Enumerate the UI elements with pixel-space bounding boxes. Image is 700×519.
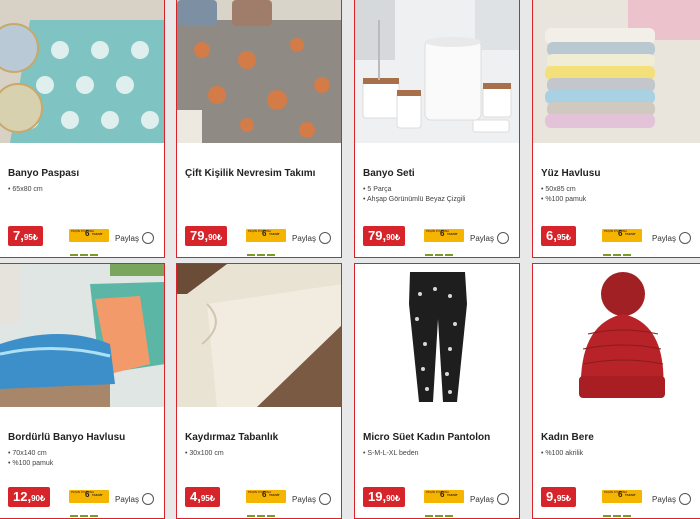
installment-badge: PEŞİN FİYATINA 6 TAKSİT — [69, 490, 109, 503]
product-title[interactable]: Banyo Seti — [363, 168, 415, 179]
card-logos — [69, 244, 109, 256]
product-specs: • 65x80 cm — [8, 185, 43, 195]
share-icon — [319, 232, 331, 244]
spec-item: • 65x80 cm — [8, 186, 43, 193]
share-icon — [679, 493, 691, 505]
product-image[interactable] — [177, 264, 341, 407]
product-title[interactable]: Bordürlü Banyo Havlusu — [8, 432, 125, 443]
share-button[interactable]: Paylaş — [292, 493, 331, 505]
installment-badge: PEŞİN FİYATINA 6 TAKSİT — [602, 490, 642, 503]
share-icon — [142, 232, 154, 244]
bordered-towel-image — [0, 264, 164, 407]
product-title[interactable]: Kadın Bere — [541, 432, 594, 443]
share-button[interactable]: Paylaş — [115, 232, 154, 244]
share-icon — [497, 493, 509, 505]
pants-image — [355, 264, 519, 407]
product-specs: • 70x140 cm • %100 pamuk — [8, 449, 53, 469]
card-logos — [69, 505, 109, 517]
price-tag: 7,95₺ — [8, 226, 43, 246]
product-image[interactable] — [533, 0, 700, 143]
card-logos — [424, 244, 464, 256]
share-button[interactable]: Paylaş — [115, 493, 154, 505]
share-button[interactable]: Paylaş — [652, 493, 691, 505]
installment-badge: PEŞİN FİYATINA 6 TAKSİT — [602, 229, 642, 242]
product-title[interactable]: Kaydırmaz Tabanlık — [185, 432, 278, 443]
product-card[interactable]: Kadın Bere • %100 akrilik 9,95₺ PEŞİN Fİ… — [532, 263, 700, 519]
bath-mat-image — [0, 0, 164, 143]
product-specs: • S-M-L-XL beden — [363, 449, 419, 459]
product-image[interactable] — [355, 0, 519, 143]
card-logos — [602, 244, 642, 256]
product-card[interactable]: Bordürlü Banyo Havlusu • 70x140 cm • %10… — [0, 263, 165, 519]
spec-item: • 50x85 cm — [541, 186, 576, 193]
product-title[interactable]: Yüz Havlusu — [541, 168, 600, 179]
product-specs: • 30x100 cm — [185, 449, 224, 459]
price-tag: 12,90₺ — [8, 487, 51, 507]
installment-badge: PEŞİN FİYATINA 6 TAKSİT — [424, 490, 464, 503]
share-icon — [142, 493, 154, 505]
spec-item: • 5 Parça — [363, 186, 392, 193]
product-specs: • %100 akrilik — [541, 449, 583, 459]
installment-badge: PEŞİN FİYATINA 6 TAKSİT — [424, 229, 464, 242]
product-image[interactable] — [533, 264, 700, 407]
product-specs: • 5 Parça • Ahşap Görünümlü Beyaz Çizgil… — [363, 185, 465, 205]
share-icon — [679, 232, 691, 244]
product-card[interactable]: Kaydırmaz Tabanlık • 30x100 cm 4,95₺ PEŞ… — [176, 263, 342, 519]
installment-badge: PEŞİN FİYATINA 6 TAKSİT — [246, 229, 286, 242]
product-card[interactable]: Micro Süet Kadın Pantolon • S-M-L-XL bed… — [354, 263, 520, 519]
product-specs: • 50x85 cm • %100 pamuk — [541, 185, 586, 205]
card-logos — [246, 244, 286, 256]
share-button[interactable]: Paylaş — [652, 232, 691, 244]
product-card[interactable]: Çift Kişilik Nevresim Takımı 79,90₺ PEŞİ… — [176, 0, 342, 258]
spec-item: • %100 pamuk — [541, 196, 587, 203]
product-title[interactable]: Çift Kişilik Nevresim Takımı — [185, 168, 315, 179]
product-image[interactable] — [0, 264, 164, 407]
share-button[interactable]: Paylaş — [470, 493, 509, 505]
product-image[interactable] — [177, 0, 341, 143]
bedding-image — [177, 0, 341, 143]
spec-item: • 70x140 cm — [8, 450, 47, 457]
spec-item: • Ahşap Görünümlü Beyaz Çizgili — [363, 196, 466, 203]
share-icon — [497, 232, 509, 244]
product-card[interactable]: Banyo Seti • 5 Parça • Ahşap Görünümlü B… — [354, 0, 520, 258]
product-card[interactable]: Banyo Paspası • 65x80 cm 7,95₺ PEŞİN FİY… — [0, 0, 165, 258]
share-button[interactable]: Paylaş — [292, 232, 331, 244]
spec-item: • %100 pamuk — [8, 460, 54, 467]
price-tag: 4,95₺ — [185, 487, 220, 507]
price-tag: 79,90₺ — [185, 226, 228, 246]
spec-item: • 30x100 cm — [185, 450, 224, 457]
card-logos — [424, 505, 464, 517]
product-image[interactable] — [0, 0, 164, 143]
product-card[interactable]: Yüz Havlusu • 50x85 cm • %100 pamuk 6,95… — [532, 0, 700, 258]
spec-item: • S-M-L-XL beden — [363, 450, 419, 457]
product-image[interactable] — [355, 264, 519, 407]
non-slip-mat-image — [177, 264, 341, 407]
card-logos — [246, 505, 286, 517]
price-tag: 6,95₺ — [541, 226, 576, 246]
price-tag: 9,95₺ — [541, 487, 576, 507]
installment-badge: PEŞİN FİYATINA 6 TAKSİT — [246, 490, 286, 503]
installment-badge: PEŞİN FİYATINA 6 TAKSİT — [69, 229, 109, 242]
product-title[interactable]: Micro Süet Kadın Pantolon — [363, 432, 490, 443]
product-title[interactable]: Banyo Paspası — [8, 168, 79, 179]
price-tag: 79,90₺ — [363, 226, 406, 246]
spec-item: • %100 akrilik — [541, 450, 584, 457]
price-tag: 19,90₺ — [363, 487, 406, 507]
share-button[interactable]: Paylaş — [470, 232, 509, 244]
beanie-image — [533, 264, 700, 407]
towels-image — [533, 0, 700, 143]
card-logos — [602, 505, 642, 517]
bath-set-image — [355, 0, 519, 143]
share-icon — [319, 493, 331, 505]
